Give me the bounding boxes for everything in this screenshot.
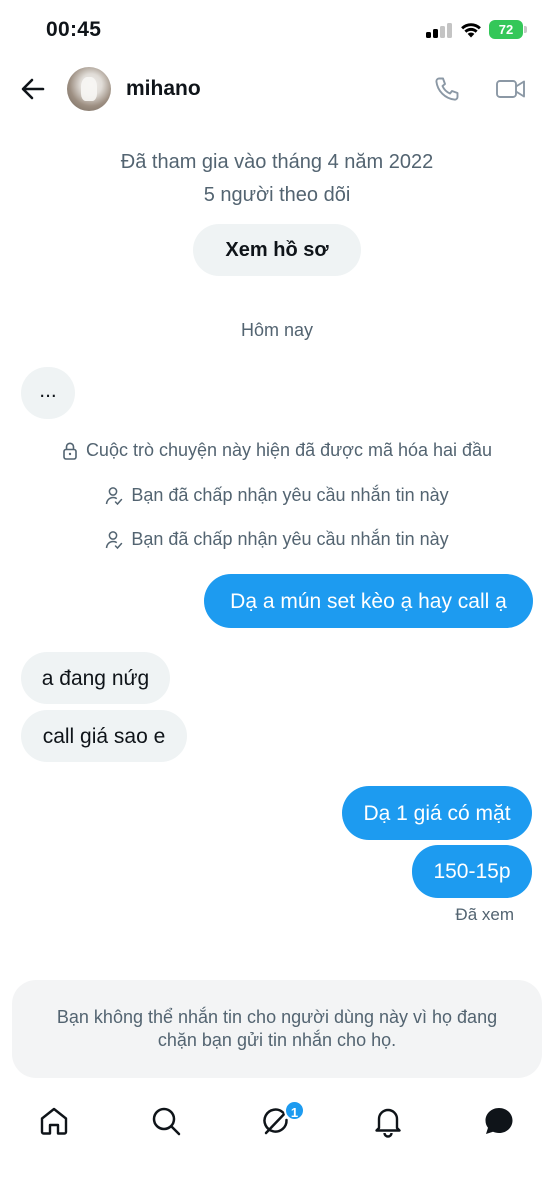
message-text: 150-15p (433, 860, 511, 883)
person-check-icon (106, 530, 123, 549)
wifi-icon (461, 23, 481, 38)
message-bubble-outgoing[interactable]: 150-15p (412, 845, 532, 898)
battery-level: 72 (498, 22, 514, 37)
phone-call-icon[interactable] (432, 74, 462, 104)
battery-indicator: 72 (489, 20, 523, 39)
message-text: Dạ 1 giá có mặt (363, 801, 511, 825)
bottom-tab-bar (0, 1092, 554, 1152)
message-bubble-outgoing[interactable]: Dạ a mún set kèo ạ hay call ạ (204, 574, 533, 628)
avatar[interactable] (67, 67, 111, 111)
video-call-icon[interactable] (495, 75, 527, 103)
home-icon[interactable] (37, 1104, 71, 1138)
message-text: Dạ a mún set kèo ạ hay call ạ (230, 589, 507, 613)
joined-date: Đã tham gia vào tháng 4 năm 2022 (120, 151, 434, 173)
seen-status: Đã xem (455, 905, 514, 924)
signal-icon (426, 22, 454, 38)
notifications-icon[interactable] (371, 1104, 405, 1138)
message-bubble-outgoing[interactable]: Dạ 1 giá có mặt (342, 786, 532, 840)
notification-badge: 1 (284, 1100, 305, 1121)
message-bubble-incoming[interactable]: call giá sao e (21, 710, 187, 762)
chat-header: mihano (0, 60, 554, 118)
messages-icon[interactable] (482, 1104, 516, 1138)
request-accepted-text: Bạn đã chấp nhận yêu cầu nhắn tin này (131, 529, 449, 549)
message-text: call giá sao e (42, 724, 166, 748)
status-bar: 00:45 72 (0, 0, 554, 60)
encryption-notice-text: Cuộc trò chuyện này hiện đã được mã hóa … (85, 440, 493, 460)
message-text: a đang nứg (41, 666, 150, 690)
blocked-notice-text: Bạn không thể nhắn tin cho người dùng nà… (56, 1006, 498, 1050)
message-bubble-incoming[interactable]: ... (21, 367, 75, 419)
request-accepted-text: Bạn đã chấp nhận yêu cầu nhắn tin này (131, 485, 449, 505)
chat-username[interactable]: mihano (126, 77, 201, 101)
person-check-icon (106, 486, 123, 505)
request-accepted-notice: Bạn đã chấp nhận yêu cầu nhắn tin này (0, 529, 554, 550)
lock-icon (63, 442, 77, 460)
back-arrow-icon[interactable] (18, 74, 48, 104)
follower-count: 5 người theo dõi (203, 184, 351, 206)
search-icon[interactable] (149, 1104, 183, 1138)
view-profile-button[interactable]: Xem hồ sơ (193, 224, 361, 276)
status-time: 00:45 (46, 18, 102, 41)
message-bubble-incoming[interactable]: a đang nứg (21, 652, 170, 704)
request-accepted-notice: Bạn đã chấp nhận yêu cầu nhắn tin này (0, 485, 554, 506)
encryption-notice: Cuộc trò chuyện này hiện đã được mã hóa … (0, 440, 554, 461)
blocked-notice: Bạn không thể nhắn tin cho người dùng nà… (12, 980, 542, 1078)
battery-cap (524, 26, 527, 33)
message-text: ... (39, 378, 57, 402)
date-separator: Hôm nay (240, 320, 314, 340)
